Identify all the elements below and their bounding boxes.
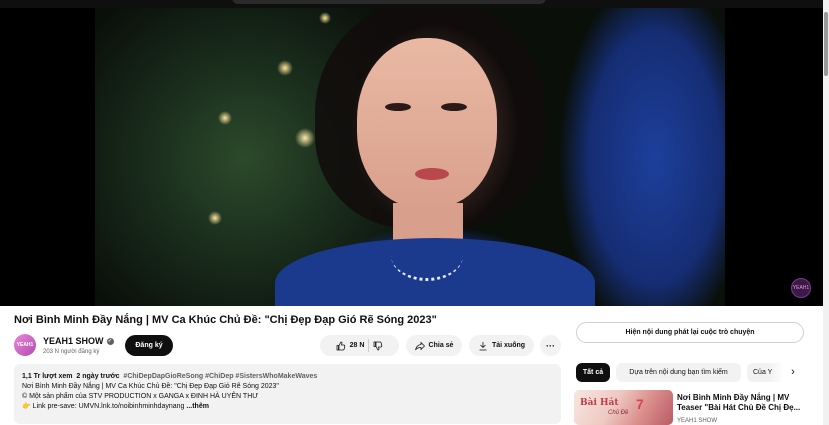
share-label: Chia sẻ (428, 342, 454, 349)
recommendation-channel[interactable]: YEAH1 SHOW (677, 418, 717, 424)
chip-all[interactable]: Tất cả (576, 363, 610, 382)
top-bar (0, 0, 829, 8)
description-meta-row: 1,1 Tr lượt xem 2 ngày trước #ChiDepDapG… (22, 372, 553, 382)
show-more-link[interactable]: ...thêm (186, 403, 209, 410)
like-count: 28 N (349, 342, 365, 349)
channel-watermark[interactable]: YEAH1 (791, 278, 811, 298)
description-box[interactable]: 1,1 Tr lượt xem 2 ngày trước #ChiDepDapG… (14, 364, 561, 424)
chip-channel[interactable]: Của Y (747, 363, 784, 382)
channel-avatar[interactable]: YEAH1 (14, 334, 36, 356)
recommendation-title[interactable]: Nơi Bình Minh Đầy Nắng | MV Teaser "Bài … (677, 393, 805, 413)
chip-related[interactable]: Dựa trên nội dung bạn tìm kiếm (616, 363, 741, 382)
video-scene-eye-left (385, 103, 411, 111)
channel-name[interactable]: YEAH1 SHOW (43, 336, 104, 346)
download-label: Tải xuống (491, 342, 526, 349)
share-button[interactable]: Chia sẻ (406, 335, 462, 356)
thumbnail-text: Bài Hát (580, 398, 619, 408)
search-bar-edge[interactable] (232, 0, 546, 4)
video-title: Nơi Bình Minh Đầy Nắng | MV Ca Khúc Chủ … (14, 314, 437, 326)
video-scene-eye-right (441, 103, 467, 111)
verified-icon: ✓ (106, 338, 114, 346)
upload-date: 2 ngày trước (76, 373, 120, 380)
video-player[interactable]: YEAH1 (0, 8, 829, 306)
page-scrollbar[interactable] (823, 0, 829, 425)
channel-name-row[interactable]: YEAH1 SHOW ✓ (43, 336, 114, 346)
thumbs-up-icon (336, 341, 345, 350)
description-line-2: © Một sản phẩm của STV PRODUCTION x GANG… (22, 393, 259, 400)
hashtags[interactable]: #ChiDepDapGioReSong #ChiDep #SistersWhoM… (123, 373, 317, 380)
subscribe-button[interactable]: Đăng ký (125, 335, 173, 356)
video-scene-lips (415, 168, 449, 180)
share-icon (414, 341, 425, 350)
description-line-3: 👉 Link pre-save: UMVN.lnk.to/noibinhminh… (22, 402, 553, 412)
more-icon: ··· (546, 340, 555, 351)
view-count: 1,1 Tr lượt xem (22, 373, 73, 380)
show-chat-replay-button[interactable]: Hiện nội dung phát lại cuộc trò chuyện (576, 322, 804, 343)
pre-save-link[interactable]: Link pre-save: UMVN.lnk.to/noibinhminhda… (33, 403, 185, 410)
subscriber-count: 203 N người đăng ký (43, 349, 100, 355)
chevron-right-icon[interactable]: › (786, 366, 800, 380)
video-scene-necklace (391, 230, 463, 281)
like-dislike-group: 28 N (320, 335, 399, 356)
like-button[interactable]: 28 N (336, 341, 365, 351)
like-divider (368, 339, 370, 352)
recommendation-thumbnail[interactable]: Bài Hát Chủ Đề 7 (574, 390, 673, 425)
description-line-1: Nơi Bình Minh Đầy Nắng | MV Ca Khúc Chủ … (22, 383, 279, 390)
thumbs-down-icon[interactable] (373, 341, 383, 351)
more-actions-button[interactable]: ··· (540, 335, 561, 356)
download-icon (479, 341, 487, 350)
thumbnail-subtext: Chủ Đề (608, 410, 629, 416)
pointing-hand-icon: 👉 (22, 403, 31, 410)
video-frame[interactable] (95, 8, 725, 306)
thumbnail-logo: 7 (636, 396, 644, 412)
download-button[interactable]: Tải xuống (469, 335, 534, 356)
video-scene-face (357, 38, 497, 208)
scrollbar-thumb[interactable] (824, 12, 828, 76)
